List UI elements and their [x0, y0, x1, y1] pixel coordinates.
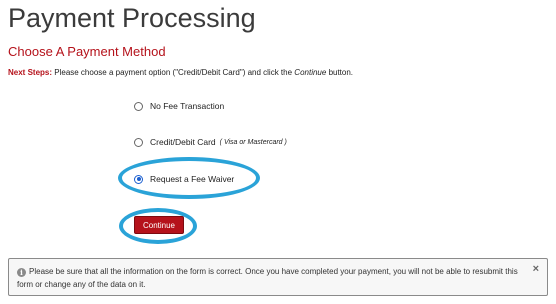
next-steps-emphasis: Continue [294, 68, 327, 77]
option-no-fee[interactable]: No Fee Transaction [134, 101, 224, 111]
info-icon: i [17, 268, 26, 277]
option-no-fee-label: No Fee Transaction [150, 101, 225, 111]
option-credit-debit-note: ( Visa or Mastercard ) [219, 138, 287, 146]
option-credit-debit-label: Credit/Debit Card [150, 137, 216, 147]
section-title: Choose A Payment Method [8, 44, 166, 59]
radio-credit-debit[interactable] [134, 137, 143, 147]
radio-no-fee[interactable] [134, 101, 143, 111]
page-title: Payment Processing [8, 3, 256, 33]
option-fee-waiver[interactable]: Request a Fee Waiver [134, 174, 234, 184]
next-steps-instructions: Next Steps: Please choose a payment opti… [8, 68, 353, 77]
option-fee-waiver-label: Request a Fee Waiver [150, 174, 235, 184]
payment-page: Payment Processing Choose A Payment Meth… [0, 0, 556, 304]
option-credit-debit[interactable]: Credit/Debit Card ( Visa or Mastercard ) [134, 137, 287, 147]
next-steps-label: Next Steps: [8, 68, 53, 77]
payment-notice: i Please be sure that all the information… [8, 258, 548, 296]
radio-fee-waiver[interactable] [134, 174, 143, 184]
next-steps-text: Please choose a payment option ("Credit/… [54, 68, 293, 77]
continue-button[interactable]: Continue [134, 216, 184, 234]
notice-text: Please be sure that all the information … [17, 267, 518, 289]
next-steps-text-after: button. [328, 68, 354, 77]
close-icon[interactable]: × [533, 263, 539, 276]
